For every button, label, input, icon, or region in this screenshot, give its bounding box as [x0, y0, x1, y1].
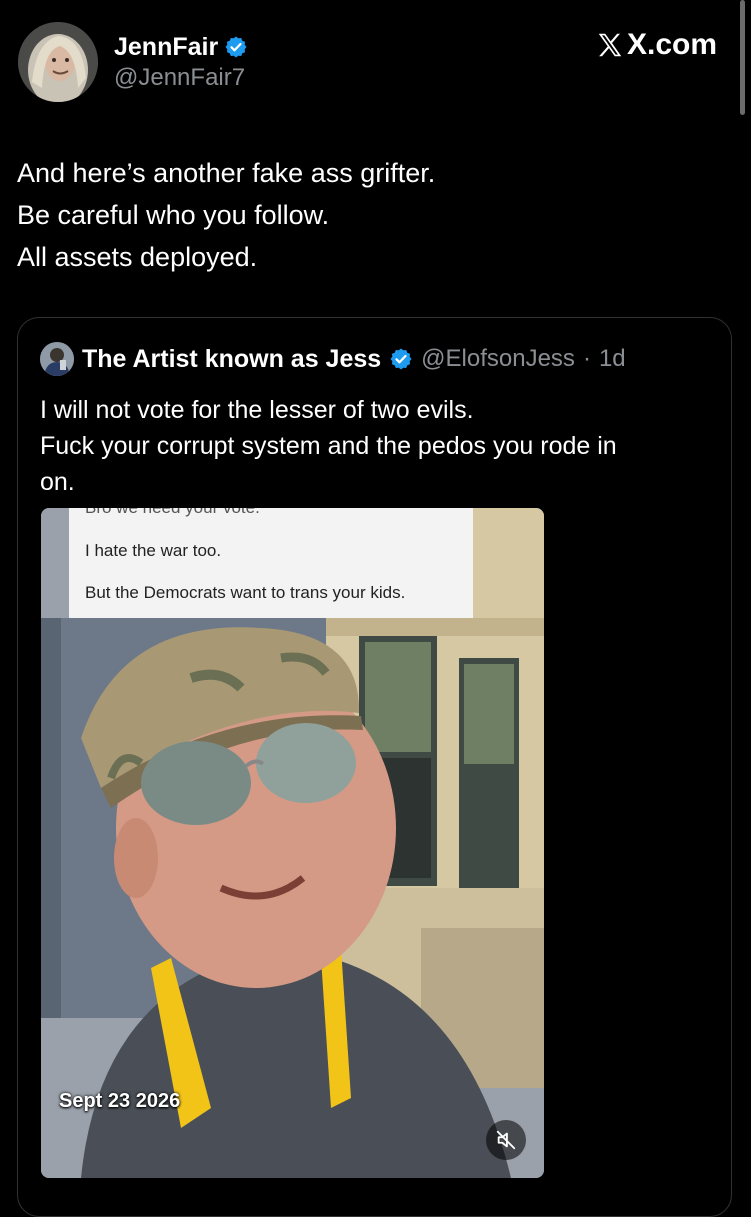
post-text-line: All assets deployed.: [17, 242, 258, 272]
quoted-author-handle[interactable]: @ElofsonJess: [421, 345, 575, 373]
quoted-author-avatar[interactable]: [40, 342, 74, 376]
verified-badge-icon: [225, 36, 247, 58]
video-player[interactable]: Bro we need your vote. I hate the war to…: [41, 508, 544, 1178]
verified-badge-icon: [390, 348, 412, 370]
quoted-text-line: Fuck your corrupt system and the pedos y…: [40, 432, 617, 460]
video-caption-line: Bro we need your vote.: [85, 508, 260, 518]
author-name-row: JennFair: [114, 32, 248, 62]
quoted-text-line: on.: [40, 468, 75, 496]
quoted-author-display-name[interactable]: The Artist known as Jess: [82, 345, 381, 374]
x-logo-icon: [598, 33, 622, 57]
timestamp-separator: ·: [582, 345, 591, 372]
quoted-post-time[interactable]: 1d: [599, 345, 626, 373]
brand-text: X.com: [626, 28, 717, 61]
scrollbar[interactable]: [740, 0, 745, 115]
speaker-muted-icon: [496, 1130, 516, 1150]
post-header: JennFair @JennFair7 X.com: [18, 22, 733, 106]
mute-button[interactable]: [486, 1120, 526, 1160]
quoted-post-card[interactable]: The Artist known as Jess @ElofsonJess · …: [17, 317, 732, 1217]
brand-label: X.com: [595, 28, 717, 62]
quoted-post-text: I will not vote for the lesser of two ev…: [40, 392, 720, 500]
author-display-name[interactable]: JennFair: [114, 33, 218, 62]
video-date-stamp: Sept 23 2026: [59, 1090, 181, 1112]
author-handle[interactable]: @JennFair7: [114, 64, 248, 92]
video-caption-line: But the Democrats want to trans your kid…: [85, 583, 406, 602]
author-info: JennFair @JennFair7: [114, 32, 248, 92]
post-text-line: Be careful who you follow.: [17, 200, 330, 230]
post-text-line: And here’s another fake ass grifter.: [17, 158, 436, 188]
video-caption-line: I hate the war too.: [85, 541, 222, 560]
quoted-text-line: I will not vote for the lesser of two ev…: [40, 396, 474, 424]
quoted-post-header: The Artist known as Jess @ElofsonJess · …: [40, 342, 626, 376]
author-avatar[interactable]: [18, 22, 98, 102]
post-text: And here’s another fake ass grifter. Be …: [17, 152, 717, 278]
video-caption-box: Bro we need your vote. I hate the war to…: [69, 508, 473, 618]
